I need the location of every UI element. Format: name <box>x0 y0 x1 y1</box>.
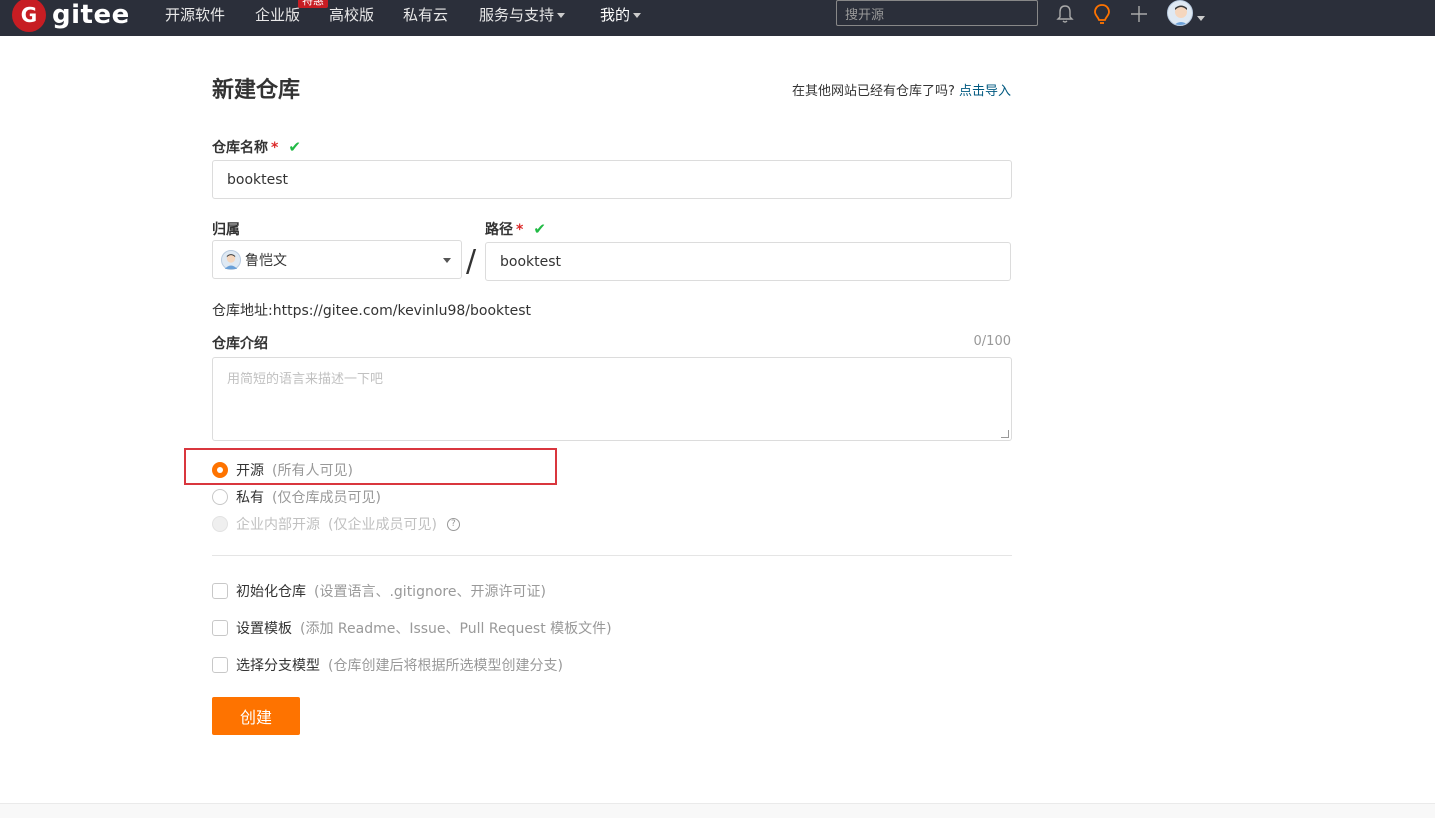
import-link[interactable]: 点击导入 <box>959 84 1011 99</box>
template-checkbox[interactable] <box>212 620 228 636</box>
divider <box>212 555 1012 556</box>
init-repo-hint: (设置语言、.gitignore、开源许可证) <box>314 584 546 600</box>
repo-address-value: https://gitee.com/kevinlu98/booktest <box>272 303 532 319</box>
visibility-private-label: 私有 <box>236 490 264 506</box>
visibility-private-hint: (仅仓库成员可见) <box>272 490 381 506</box>
template-hint: (添加 Readme、Issue、Pull Request 模板文件) <box>300 621 612 637</box>
path-label-text: 路径 <box>485 222 513 238</box>
nav-mine[interactable]: 我的 <box>600 4 642 25</box>
nav-mine-label: 我的 <box>600 6 631 24</box>
visibility-public-hint: (所有人可见) <box>272 463 353 479</box>
init-repo-label: 初始化仓库 <box>236 584 306 600</box>
owner-label: 归属 <box>212 222 240 238</box>
repo-address-label: 仓库地址: <box>212 303 273 319</box>
init-repo-checkbox[interactable] <box>212 583 228 599</box>
check-icon: ✔ <box>288 138 301 156</box>
intro-counter: 0/100 <box>973 334 1011 349</box>
path-separator: / <box>466 244 477 279</box>
chevron-down-icon <box>633 13 642 18</box>
visibility-private-option[interactable]: 私有 (仅仓库成员可见) <box>212 487 381 507</box>
path-label: 路径 * ✔ <box>485 219 546 239</box>
branch-model-checkbox[interactable] <box>212 657 228 673</box>
repo-address: 仓库地址:https://gitee.com/kevinlu98/booktes… <box>212 300 531 320</box>
intro-textarea[interactable]: 用简短的语言来描述一下吧 <box>212 357 1012 441</box>
intro-placeholder: 用简短的语言来描述一下吧 <box>227 372 384 387</box>
footer <box>0 803 1435 818</box>
radio-public[interactable] <box>212 462 228 478</box>
nav-enterprise[interactable]: 企业版 <box>255 4 300 25</box>
avatar-chevron-down-icon[interactable] <box>1194 9 1205 27</box>
chevron-down-icon <box>443 258 451 263</box>
gitee-logo-icon: G <box>12 0 46 32</box>
bell-icon[interactable] <box>1056 3 1074 25</box>
template-label: 设置模板 <box>236 621 292 637</box>
nav-university[interactable]: 高校版 <box>329 4 374 25</box>
radio-private[interactable] <box>212 489 228 505</box>
required-mark: * <box>516 222 524 238</box>
avatar[interactable] <box>1167 0 1193 26</box>
nav-services-label: 服务与支持 <box>479 6 555 24</box>
plus-icon[interactable] <box>1130 3 1148 25</box>
help-icon[interactable]: ? <box>446 517 460 531</box>
owner-avatar <box>221 249 241 270</box>
radio-internal <box>212 516 228 532</box>
resize-handle-icon[interactable] <box>1001 430 1009 438</box>
check-icon: ✔ <box>533 220 546 238</box>
promo-badge: 特惠 <box>298 0 328 8</box>
page-title: 新建仓库 <box>212 78 301 103</box>
owner-select[interactable]: 鲁恺文 <box>212 240 462 279</box>
owner-select-value: 鲁恺文 <box>245 252 287 269</box>
required-mark: * <box>271 140 279 156</box>
nav-services[interactable]: 服务与支持 <box>479 4 566 25</box>
chevron-down-icon <box>557 13 566 18</box>
import-question: 在其他网站已经有仓库了吗? <box>791 84 955 99</box>
intro-label: 仓库介绍 <box>212 336 268 352</box>
import-hint: 在其他网站已经有仓库了吗? 点击导入 <box>792 80 1011 99</box>
visibility-public-label: 开源 <box>236 463 264 479</box>
create-button[interactable]: 创建 <box>212 697 300 735</box>
visibility-internal-option: 企业内部开源 (仅企业成员可见) ? <box>212 514 460 534</box>
nav-open-source[interactable]: 开源软件 <box>165 4 225 25</box>
branch-model-hint: (仓库创建后将根据所选模型创建分支) <box>328 658 563 674</box>
visibility-internal-hint: (仅企业成员可见) <box>328 517 437 533</box>
gitee-logo[interactable]: G gitee <box>12 0 130 32</box>
template-option[interactable]: 设置模板 (添加 Readme、Issue、Pull Request 模板文件) <box>212 618 612 638</box>
visibility-internal-label: 企业内部开源 <box>236 517 320 533</box>
repo-name-label: 仓库名称 * ✔ <box>212 137 301 157</box>
lightbulb-icon[interactable] <box>1092 3 1112 25</box>
search-input[interactable]: 搜开源 <box>836 0 1038 26</box>
gitee-logo-text: gitee <box>52 0 130 30</box>
path-input[interactable]: booktest <box>485 242 1011 281</box>
visibility-public-option[interactable]: 开源 (所有人可见) <box>212 460 353 480</box>
init-repo-option[interactable]: 初始化仓库 (设置语言、.gitignore、开源许可证) <box>212 581 546 601</box>
top-navbar: G gitee 开源软件 企业版 特惠 高校版 私有云 服务与支持 我的 搜开源 <box>0 0 1435 36</box>
branch-model-option[interactable]: 选择分支模型 (仓库创建后将根据所选模型创建分支) <box>212 655 563 675</box>
nav-private-cloud[interactable]: 私有云 <box>403 4 448 25</box>
repo-name-input[interactable]: booktest <box>212 160 1012 199</box>
branch-model-label: 选择分支模型 <box>236 658 320 674</box>
repo-name-label-text: 仓库名称 <box>212 140 268 156</box>
